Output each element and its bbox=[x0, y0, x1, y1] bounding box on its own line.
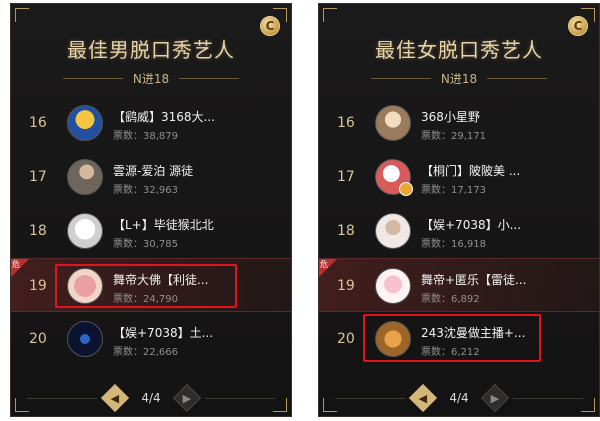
page-indicator: 4/4 bbox=[449, 391, 469, 405]
danger-label: 危 bbox=[12, 260, 20, 269]
rank-number: 18 bbox=[337, 223, 355, 239]
rank-number: 16 bbox=[29, 115, 47, 131]
medal-badge-icon bbox=[399, 182, 413, 196]
pager: ◀ 4/4 ▶ bbox=[319, 383, 599, 413]
artist-name[interactable]: 舞帝大佛【利徒... bbox=[113, 271, 208, 288]
avatar[interactable] bbox=[375, 268, 411, 304]
avatar[interactable] bbox=[67, 321, 103, 357]
avatar[interactable] bbox=[375, 321, 411, 357]
ranking-panel-male: C 最佳男脱口秀艺人 N进18 16 【鹞威】3168大... 票数：38,87… bbox=[10, 3, 292, 417]
panel-title: 最佳女脱口秀艺人 bbox=[375, 38, 543, 62]
vote-count: 票数：16,918 bbox=[421, 239, 486, 250]
vote-count: 票数：32,963 bbox=[113, 185, 178, 196]
divider bbox=[62, 78, 123, 79]
coin-icon[interactable]: C bbox=[260, 16, 280, 36]
pager: ◀ 4/4 ▶ bbox=[11, 383, 291, 413]
avatar[interactable] bbox=[375, 213, 411, 249]
divider bbox=[370, 78, 431, 79]
vote-count: 票数：38,879 bbox=[113, 131, 178, 142]
vote-count: 票数：6,892 bbox=[421, 294, 480, 305]
artist-name[interactable]: 243沈曼做主播+... bbox=[421, 324, 525, 341]
vote-count: 票数：29,171 bbox=[421, 131, 486, 142]
vote-count: 票数：30,785 bbox=[113, 239, 178, 250]
ranking-row[interactable]: 20 【娱+7038】土... 票数：22,666 bbox=[11, 312, 291, 366]
corner-ornament bbox=[323, 8, 337, 22]
artist-name[interactable]: 【娱+7038】土... bbox=[113, 324, 213, 341]
divider bbox=[335, 397, 406, 399]
ranking-row[interactable]: 16 368小星野 票数：29,171 bbox=[319, 96, 599, 150]
rank-number: 20 bbox=[337, 331, 355, 347]
ranking-list: 16 【鹞威】3168大... 票数：38,879 17 雲源-爱泊 源徒 票数… bbox=[11, 96, 291, 366]
chevron-left-icon: ◀ bbox=[111, 391, 120, 405]
avatar[interactable] bbox=[375, 105, 411, 141]
ranking-row[interactable]: 17 【桐门】陂陂美 ... 票数：17,173 bbox=[319, 150, 599, 204]
page-indicator: 4/4 bbox=[141, 391, 161, 405]
vote-count: 票数：6,212 bbox=[421, 347, 480, 358]
artist-name[interactable]: 368小星野 bbox=[421, 108, 480, 125]
subtitle-row: N进18 bbox=[11, 70, 291, 87]
avatar[interactable] bbox=[67, 268, 103, 304]
panel-subtitle: N进18 bbox=[132, 72, 170, 86]
vote-count: 票数：22,666 bbox=[113, 347, 178, 358]
artist-name[interactable]: 【娱+7038】小... bbox=[421, 216, 521, 233]
danger-badge: 危 bbox=[11, 259, 29, 277]
rank-number: 17 bbox=[29, 169, 47, 185]
ranking-row-danger[interactable]: 危 19 舞帝大佛【利徒... 票数：24,790 bbox=[11, 258, 291, 312]
ranking-row[interactable]: 16 【鹞威】3168大... 票数：38,879 bbox=[11, 96, 291, 150]
chevron-left-icon: ◀ bbox=[419, 391, 428, 405]
rank-number: 18 bbox=[29, 223, 47, 239]
rank-number: 20 bbox=[29, 331, 47, 347]
danger-badge: 危 bbox=[319, 259, 337, 277]
danger-label: 危 bbox=[320, 260, 328, 269]
artist-name[interactable]: 【L+】毕徒猴北北 bbox=[113, 216, 214, 233]
divider bbox=[204, 397, 275, 399]
rank-number: 16 bbox=[337, 115, 355, 131]
ranking-list: 16 368小星野 票数：29,171 17 【桐门】陂陂美 ... 票数：17… bbox=[319, 96, 599, 366]
vote-count: 票数：17,173 bbox=[421, 185, 486, 196]
ranking-row[interactable]: 20 243沈曼做主播+... 票数：6,212 bbox=[319, 312, 599, 366]
artist-name[interactable]: 舞帝+匿乐【雷徒... bbox=[421, 271, 527, 288]
avatar[interactable] bbox=[67, 105, 103, 141]
chevron-right-icon: ▶ bbox=[182, 391, 191, 405]
prev-page-button[interactable]: ◀ bbox=[101, 383, 130, 413]
avatar[interactable] bbox=[67, 159, 103, 195]
prev-page-button[interactable]: ◀ bbox=[409, 383, 438, 413]
chevron-right-icon: ▶ bbox=[490, 391, 499, 405]
artist-name[interactable]: 雲源-爱泊 源徒 bbox=[113, 162, 193, 179]
rank-number: 17 bbox=[337, 169, 355, 185]
ranking-row[interactable]: 17 雲源-爱泊 源徒 票数：32,963 bbox=[11, 150, 291, 204]
next-page-button[interactable]: ▶ bbox=[172, 383, 201, 413]
avatar[interactable] bbox=[67, 213, 103, 249]
panel-subtitle: N进18 bbox=[440, 72, 478, 86]
next-page-button[interactable]: ▶ bbox=[480, 383, 509, 413]
divider bbox=[487, 78, 548, 79]
panel-title: 最佳男脱口秀艺人 bbox=[67, 38, 235, 62]
coin-icon[interactable]: C bbox=[568, 16, 588, 36]
vote-count: 票数：24,790 bbox=[113, 294, 178, 305]
divider bbox=[179, 78, 240, 79]
subtitle-row: N进18 bbox=[319, 70, 599, 87]
ranking-row[interactable]: 18 【娱+7038】小... 票数：16,918 bbox=[319, 204, 599, 258]
ranking-panel-female: C 最佳女脱口秀艺人 N进18 16 368小星野 票数：29,171 17 【… bbox=[318, 3, 600, 417]
artist-name[interactable]: 【桐门】陂陂美 ... bbox=[421, 162, 520, 179]
rank-number: 19 bbox=[29, 278, 47, 294]
ranking-row[interactable]: 18 【L+】毕徒猴北北 票数：30,785 bbox=[11, 204, 291, 258]
corner-ornament bbox=[15, 8, 29, 22]
ranking-row-danger[interactable]: 危 19 舞帝+匿乐【雷徒... 票数：6,892 bbox=[319, 258, 599, 312]
artist-name[interactable]: 【鹞威】3168大... bbox=[113, 108, 215, 125]
rank-number: 19 bbox=[337, 278, 355, 294]
divider bbox=[512, 397, 583, 399]
divider bbox=[27, 397, 98, 399]
